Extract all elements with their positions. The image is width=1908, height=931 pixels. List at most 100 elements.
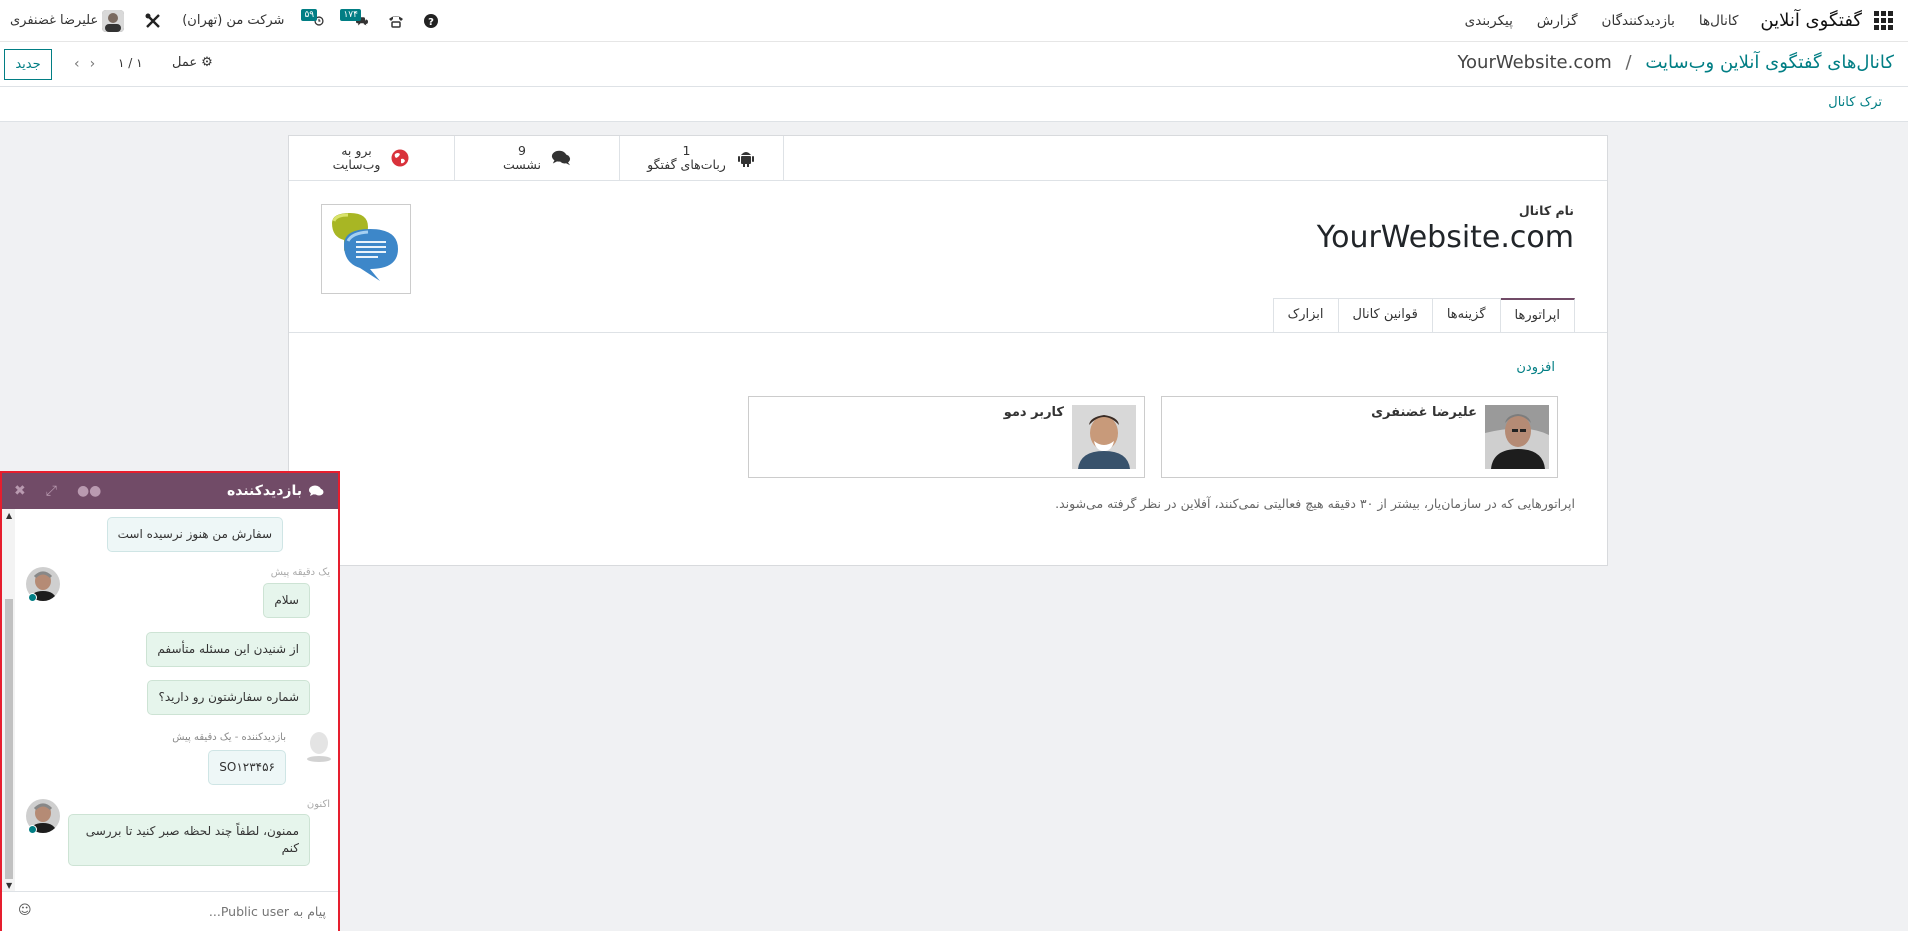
chatbots-button[interactable]: 1 ربات‌های گفتگو [619,136,784,180]
message-meta: یک دقیقه پیش [270,567,330,578]
chat-header-tools: ✖ ⤢ ●● [2,483,101,499]
globe-icon [390,148,410,168]
app-brand[interactable]: گفتگوی آنلاین [1760,10,1862,31]
expand-icon[interactable]: ⤢ [46,483,57,499]
operator-avatar [1072,405,1136,469]
company-switcher[interactable]: شرکت من (تهران) [172,0,294,42]
scroll-up-icon[interactable]: ▲ [6,511,12,520]
voip-menu[interactable] [378,0,414,42]
channel-name-label: نام کانال [1518,203,1574,218]
help-menu[interactable]: ? [414,0,448,42]
goto-website-button[interactable]: برو به وب‌سایت [289,136,454,180]
message-meta: بازدیدکننده - یک دقیقه پیش [172,732,286,743]
company-name: شرکت من (تهران) [182,13,285,28]
pager-prev-icon[interactable]: ‹ [74,56,80,72]
phone-icon [389,15,404,28]
chat-scrollbar[interactable]: ▲ ▼ [2,509,15,892]
android-icon [736,148,756,168]
operator-avatar [1485,405,1549,469]
users-icon[interactable]: ●● [77,483,101,499]
add-operator-link[interactable]: افزودن [1516,360,1555,375]
control-panel: کانال‌های گفتگوی آنلاین وب‌سایت / YourWe… [0,42,1908,87]
sessions-count: 9 [518,143,526,158]
goto-website-stat: برو به وب‌سایت [333,144,381,172]
smart-buttons-spacer [784,136,1607,180]
systray: علیرضا غضنفری شرکت من (تهران) ۵۹ ۱۷۴ ? [0,0,458,42]
chat-title: بازدیدکننده [226,483,302,499]
breadcrumb-parent[interactable]: کانال‌های گفتگوی آنلاین وب‌سایت [1645,52,1894,73]
tab-options[interactable]: گزینه‌ها [1431,298,1501,332]
menu-item-visitors[interactable]: بازدیدکنندگان [1602,13,1675,29]
chat-message-input[interactable] [38,904,338,919]
form-sheet: 1 ربات‌های گفتگو 9 نشست برو به وب‌سایت ن… [288,135,1608,566]
message-bubble: سفارش من هنوز نرسیده است [106,517,283,552]
breadcrumb-separator: / [1625,52,1632,73]
operator-card[interactable]: علیرضا غضنفری [1161,396,1558,478]
tools-icon [145,13,161,28]
goto-website-line1: برو به [341,143,372,158]
chatbots-count: 1 [682,143,691,158]
breadcrumb-current: YourWebsite.com [1457,52,1612,73]
chat-thread[interactable]: ▲ ▼ سفارش من هنوز نرسیده است یک دقیقه پی… [2,509,338,892]
operator-name: کاربر دمو [1003,405,1064,420]
online-status-icon [28,825,37,834]
tabs-divider [289,332,1607,333]
chat-header[interactable]: بازدیدکننده ✖ ⤢ ●● [2,473,338,509]
messages-badge: ۱۷۴ [340,8,361,21]
top-navbar: گفتگوی آنلاین کانال‌ها بازدیدکنندگان گزا… [0,0,1908,42]
help-icon: ? [424,13,439,28]
message-bubble: شماره سفارشتون رو دارید؟ [147,680,310,715]
sessions-button[interactable]: 9 نشست [454,136,619,180]
pager-nav: ‹ › [74,56,95,72]
message-bubble: SO۱۲۳۴۵۶ [208,750,286,785]
channel-name-field[interactable]: YourWebsite.com [1317,220,1574,255]
chat-window: بازدیدکننده ✖ ⤢ ●● ▲ ▼ سفارش من هنوز نرس… [0,471,340,931]
comments-icon [309,485,324,496]
message-bubble: ممنون، لطفاً چند لحظه صبر کنید تا بررسی … [68,814,310,866]
scroll-thumb[interactable] [5,599,13,879]
chat-composer: ☺ [2,891,338,931]
user-avatar [102,9,125,32]
smart-buttons: 1 ربات‌های گفتگو 9 نشست برو به وب‌سایت [289,136,1607,181]
channel-image[interactable] [321,204,411,294]
message-bubble: از شنیدن این مسئله متأسفم [146,632,310,667]
tab-widget[interactable]: ابزارک [1272,298,1339,332]
pager-value[interactable]: ۱ / ۱ [118,56,143,70]
pager-next-icon[interactable]: › [90,56,96,72]
breadcrumb: کانال‌های گفتگوی آنلاین وب‌سایت / YourWe… [1457,52,1894,73]
close-icon[interactable]: ✖ [14,483,26,499]
menu-item-config[interactable]: پیکربندی [1465,13,1513,29]
tab-operators[interactable]: اپراتورها [1499,298,1575,333]
leave-channel-button[interactable]: ترک کانال [1828,95,1882,110]
emoji-icon[interactable]: ☺ [18,903,32,918]
gear-icon: ⚙ [201,55,213,70]
menu-item-channels[interactable]: کانال‌ها [1699,13,1738,29]
chatbots-stat: 1 ربات‌های گفتگو [647,144,726,172]
message-bubble: سلام [263,583,310,618]
visitor-avatar [306,729,332,763]
user-name: علیرضا غضنفری [10,13,99,28]
operator-card[interactable]: کاربر دمو [748,396,1145,478]
user-menu[interactable]: علیرضا غضنفری [0,0,134,42]
activity-badge: ۵۹ [301,8,318,21]
form-statusbar: ترک کانال [0,87,1908,122]
action-label: عمل [172,55,198,70]
menu-item-report[interactable]: گزارش [1537,13,1578,29]
form-tabs: اپراتورها گزینه‌ها قوانین کانال ابزارک [1272,298,1575,333]
messaging-menu[interactable]: ۱۷۴ [334,0,378,42]
goto-website-line2: وب‌سایت [332,157,381,172]
online-status-icon [28,593,37,602]
svg-text:?: ? [429,17,435,28]
action-menu[interactable]: ⚙ عمل [172,55,213,70]
apps-menu-icon[interactable] [1872,10,1894,32]
new-button[interactable]: جدید [4,49,52,80]
comments-icon [551,148,571,168]
scroll-down-icon[interactable]: ▼ [6,881,12,890]
operator-name: علیرضا غضنفری [1371,405,1477,420]
tab-channel-rules[interactable]: قوانین کانال [1337,298,1433,332]
activity-menu[interactable]: ۵۹ [294,0,334,42]
offline-note: اپراتورهایی که در سازمان‌یار، بیشتر از ۳… [1055,496,1575,511]
sessions-label: نشست [502,157,542,172]
debug-tools[interactable] [134,0,172,42]
main-menu: کانال‌ها بازدیدکنندگان گزارش پیکربندی [1465,13,1739,29]
